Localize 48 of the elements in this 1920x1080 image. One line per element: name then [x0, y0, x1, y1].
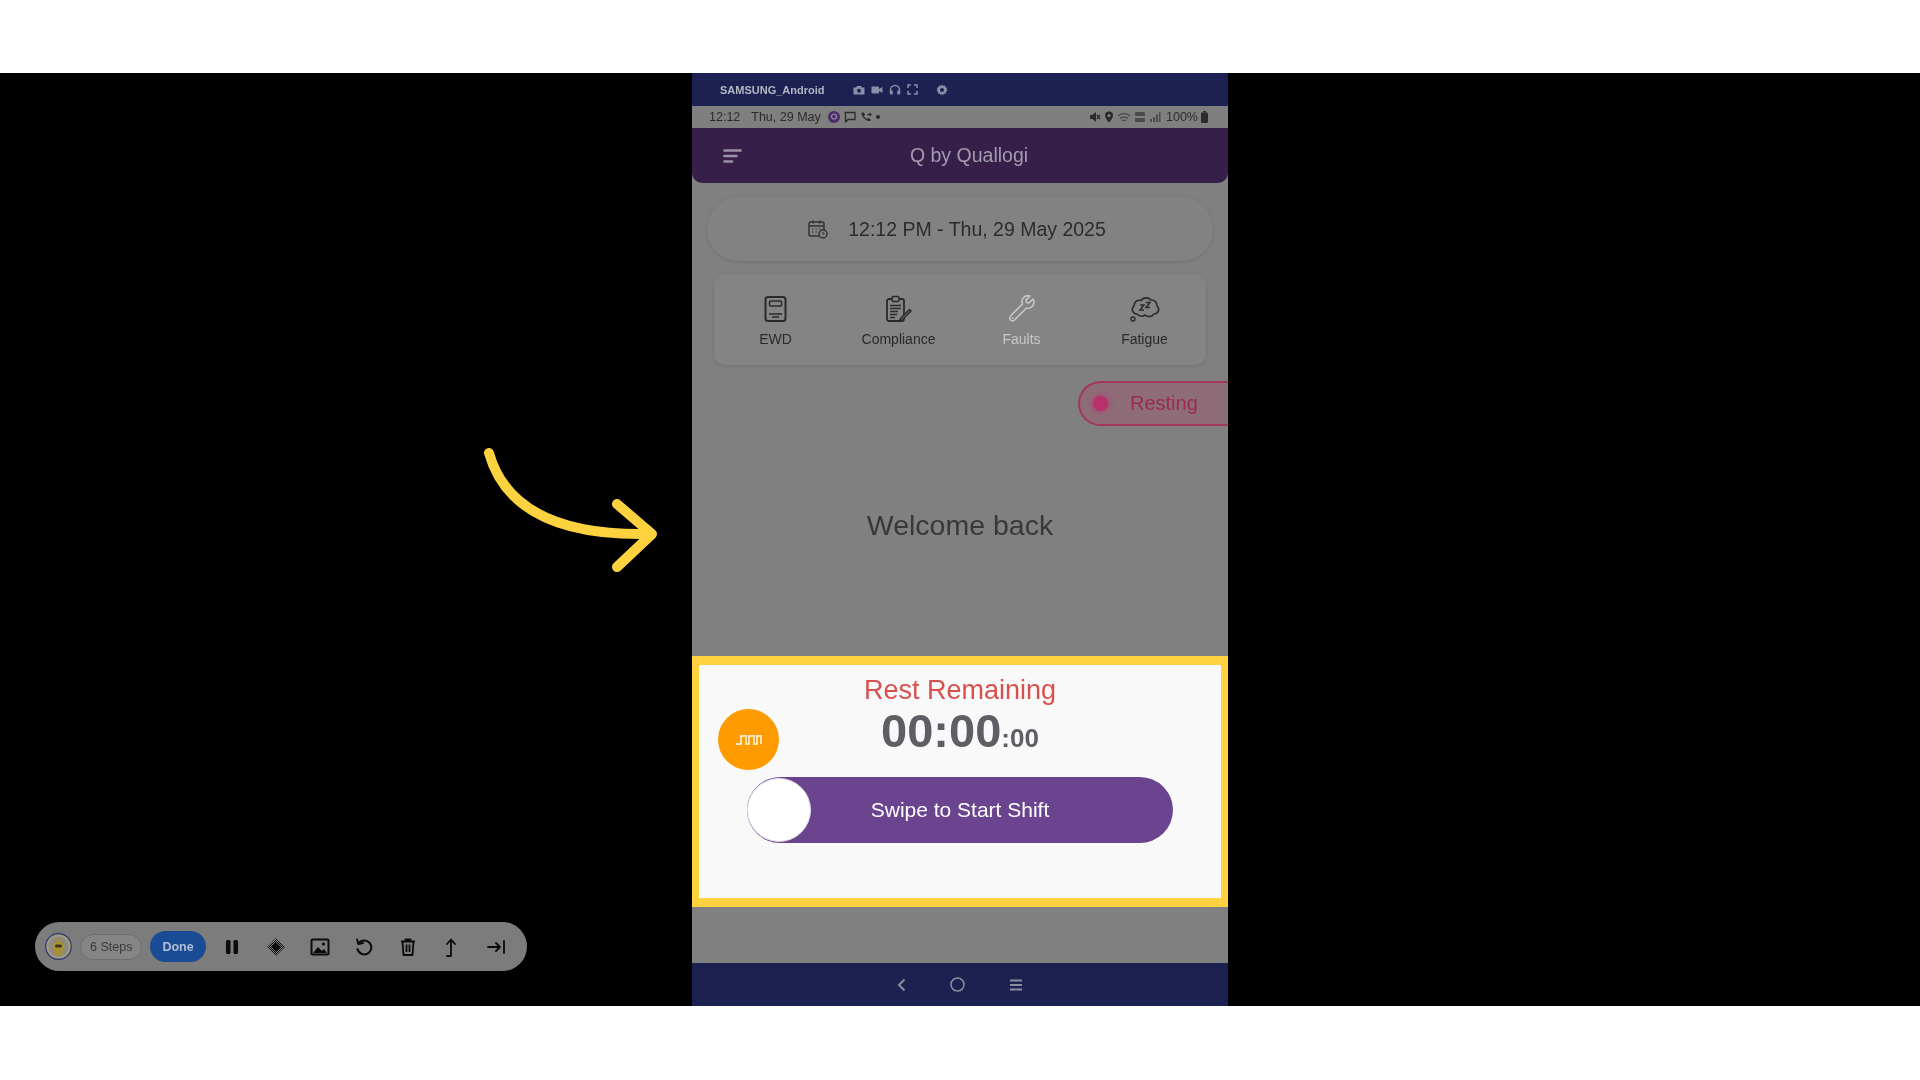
shortcut-tile[interactable]: Fatigue: [1083, 274, 1206, 365]
battery-icon: [1201, 111, 1208, 123]
clock-text: 12:12: [709, 110, 741, 124]
swipe-label: Swipe to Start Shift: [870, 798, 1050, 822]
location-icon: [1104, 111, 1114, 123]
app-icon: [827, 111, 840, 123]
swipe-handle[interactable]: [747, 778, 811, 842]
message-icon: [843, 111, 856, 123]
step-count: 6 Steps: [80, 933, 143, 960]
device-name: SAMSUNG_Android: [720, 83, 825, 96]
mute-icon: [1089, 111, 1101, 123]
menu-icon[interactable]: [723, 148, 742, 163]
call-forward-icon: [859, 111, 872, 123]
volte-icon: [1134, 111, 1146, 123]
robot-avatar-icon: [45, 933, 72, 960]
date-time-text: 12:12 PM - Thu, 29 May 2025: [848, 217, 1106, 241]
video-camera-icon[interactable]: [870, 84, 883, 95]
curved-arrow-icon: [484, 448, 658, 573]
headphones-icon[interactable]: [888, 84, 901, 95]
rest-title: Rest Remaining: [862, 674, 1058, 706]
home-icon[interactable]: [950, 977, 965, 992]
sleep-cloud-icon: [1128, 295, 1161, 323]
calendar-clock-icon: [808, 219, 829, 239]
dot-icon: [875, 115, 880, 119]
fullscreen-icon[interactable]: [906, 84, 918, 95]
battery-text: 100%: [1166, 110, 1198, 124]
swipe-track[interactable]: Swipe to Start Shift: [747, 777, 1173, 843]
timer-text: 00:00:00: [881, 708, 1039, 759]
done-button[interactable]: Done: [150, 931, 206, 962]
hamburger-icon[interactable]: [1009, 978, 1023, 991]
welcome-text: Welcome back: [865, 508, 1055, 543]
date-text: Thu, 29 May: [751, 110, 821, 124]
notebook-icon: [764, 295, 787, 323]
undo-icon[interactable]: [353, 936, 374, 957]
wrench-icon: [1008, 295, 1035, 323]
settings-icon[interactable]: [935, 83, 948, 96]
blur-icon[interactable]: [265, 936, 286, 957]
image-icon[interactable]: [309, 936, 330, 957]
status-label: Resting: [1130, 392, 1198, 415]
wifi-icon: [1117, 111, 1131, 123]
back-icon[interactable]: [897, 977, 906, 992]
signal-icon: [1149, 111, 1161, 123]
app-title: Q by Quallogi: [908, 144, 1030, 167]
shortcut-tile[interactable]: Compliance: [837, 274, 960, 365]
square-wave-icon: [718, 708, 779, 770]
clipboard-pencil-icon: [885, 295, 912, 323]
camera-icon[interactable]: [852, 84, 865, 95]
shortcut-tile[interactable]: EWD: [714, 274, 837, 365]
